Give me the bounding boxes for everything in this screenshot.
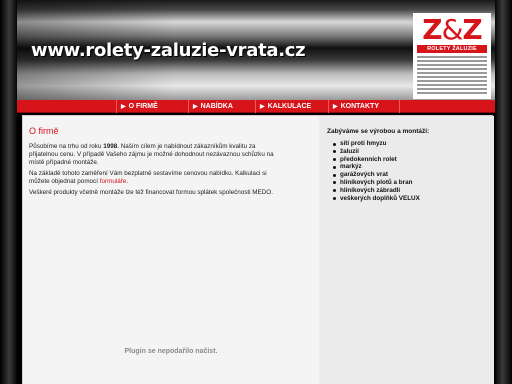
- left-frame: [0, 0, 17, 384]
- triangle-right-icon: ▶: [260, 104, 265, 110]
- quote-text-end: .: [126, 178, 129, 185]
- list-item: hliníkových plotů a bran: [333, 179, 420, 187]
- triangle-right-icon: ▶: [333, 104, 338, 110]
- sidebar: Zabýváme se výrobou a montáží: sítí prot…: [319, 116, 494, 384]
- intro-paragraph: Působíme na trhu od roku 1998. Naším cíl…: [29, 143, 281, 167]
- quote-paragraph: Na základě tohoto zaměření Vám bezplatně…: [29, 170, 281, 186]
- logo-stripes: [417, 56, 487, 96]
- list-item: žaluzií: [333, 148, 420, 156]
- nav-label: O FIRMĚ: [128, 103, 158, 110]
- page: www.rolety-zaluzie-vrata.cz Z&Z ROLETY Ž…: [17, 0, 495, 384]
- nav-label: KONTAKTY: [340, 103, 379, 110]
- company-logo[interactable]: Z&Z ROLETY ŽALUZIE VRATA: [413, 13, 491, 99]
- plugin-placeholder[interactable]: Plugin se nepodařilo načíst.: [23, 348, 319, 355]
- logo-band: ROLETY ŽALUZIE VRATA: [417, 45, 487, 60]
- list-item: sítí proti hmyzu: [333, 140, 420, 148]
- nav-item-kontakty[interactable]: ▶ KONTAKTY: [328, 100, 400, 113]
- page-title: O firmě: [29, 126, 59, 136]
- nav-item-kalkulace[interactable]: ▶ KALKULACE: [255, 100, 328, 113]
- nav-label: KALKULACE: [267, 103, 312, 110]
- logo-mark: Z&Z: [422, 13, 482, 46]
- product-list: sítí proti hmyzu žaluzií předokenních ro…: [333, 140, 420, 202]
- main-navigation: ▶ O FIRMĚ ▶ NABÍDKA ▶ KALKULACE ▶ KONTAKTY: [17, 100, 495, 113]
- right-frame: [495, 0, 512, 384]
- nav-item-o-firme[interactable]: ▶ O FIRMĚ: [116, 100, 188, 113]
- list-item: markýz: [333, 163, 420, 171]
- sidebar-title: Zabýváme se výrobou a montáží:: [327, 128, 430, 135]
- quote-text: Na základě tohoto zaměření Vám bezplatně…: [29, 170, 267, 185]
- main-column: O firmě Působíme na trhu od roku 1998. N…: [23, 116, 319, 384]
- list-item: předokenních rolet: [333, 156, 420, 164]
- triangle-right-icon: ▶: [121, 104, 126, 110]
- list-item: hliníkových zábradlí: [333, 187, 420, 195]
- triangle-right-icon: ▶: [193, 104, 198, 110]
- list-item: veškerých doplňků VELUX: [333, 195, 420, 203]
- financing-paragraph: Veškeré produkty včetně montáže lze též …: [29, 189, 273, 196]
- list-item: garážových vrat: [333, 171, 420, 179]
- nav-label: NABÍDKA: [200, 103, 233, 110]
- content-area: O firmě Působíme na trhu od roku 1998. N…: [22, 115, 494, 384]
- site-title[interactable]: www.rolety-zaluzie-vrata.cz: [31, 40, 306, 61]
- founding-year: 1998: [103, 143, 118, 150]
- intro-text: Působíme na trhu od roku: [29, 143, 104, 150]
- header-banner: www.rolety-zaluzie-vrata.cz Z&Z ROLETY Ž…: [17, 0, 495, 100]
- form-link[interactable]: formuláře: [100, 178, 127, 185]
- nav-item-nabidka[interactable]: ▶ NABÍDKA: [188, 100, 255, 113]
